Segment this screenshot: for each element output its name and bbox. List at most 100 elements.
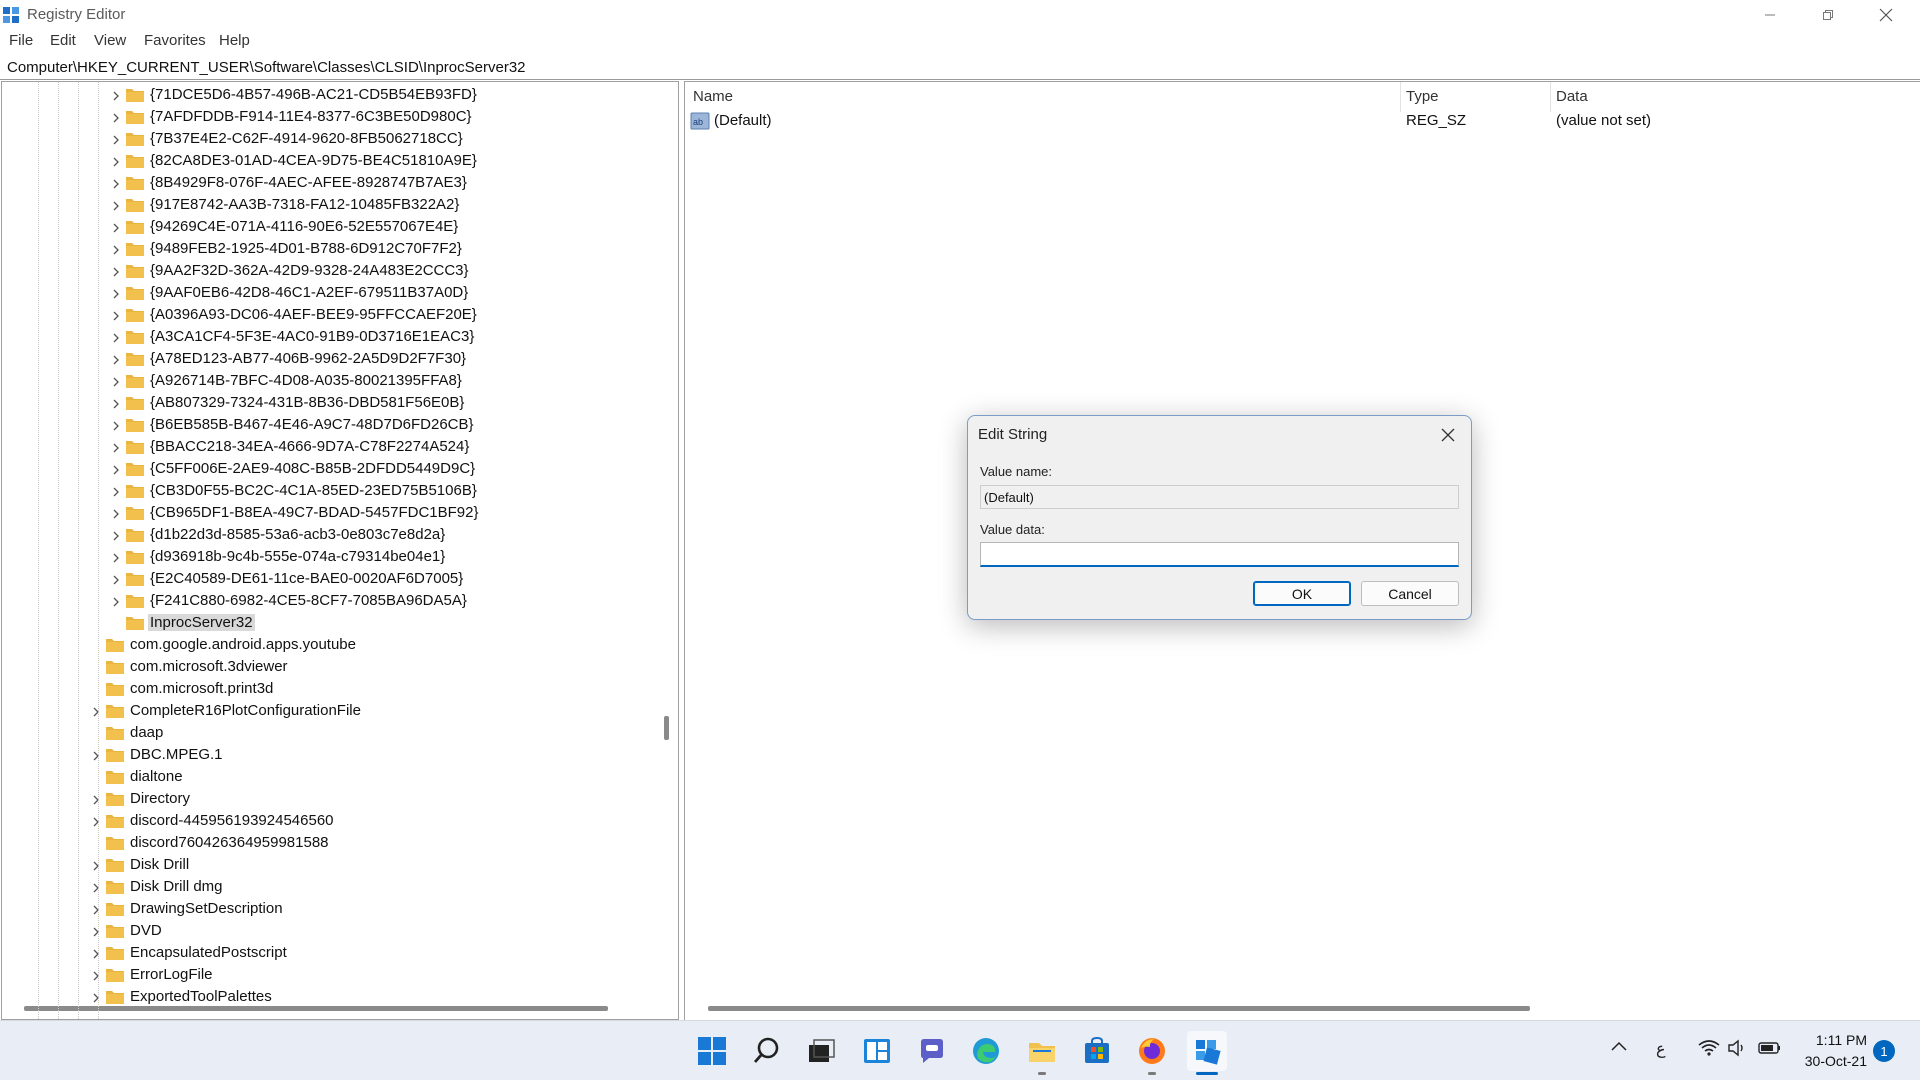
expand-chevron-icon[interactable] (91, 903, 101, 915)
widgets-icon (864, 1039, 890, 1063)
input-language-indicator[interactable]: ع (1656, 1039, 1666, 1059)
running-indicator (1038, 1072, 1046, 1075)
expand-chevron-icon[interactable] (111, 133, 121, 145)
tree-node-label: com.microsoft.print3d (130, 680, 274, 697)
firefox-button[interactable] (1132, 1031, 1172, 1071)
expand-chevron-icon[interactable] (111, 353, 121, 365)
edge-icon (973, 1038, 999, 1064)
expand-chevron-icon[interactable] (91, 991, 101, 1003)
folder-icon (125, 527, 145, 543)
notification-badge[interactable]: 1 (1873, 1040, 1895, 1062)
expand-chevron-icon[interactable] (111, 419, 121, 431)
clock-date[interactable]: 30-Oct-21 (1805, 1053, 1867, 1069)
menu-edit[interactable]: Edit (50, 32, 76, 49)
expand-chevron-icon[interactable] (111, 529, 121, 541)
expand-chevron-icon[interactable] (111, 331, 121, 343)
tree-node-label: {B6EB585B-B467-4E46-A9C7-48D7D6FD26CB} (150, 416, 474, 433)
expand-chevron-icon[interactable] (111, 375, 121, 387)
expand-chevron-icon[interactable] (111, 177, 121, 189)
folder-icon (105, 769, 125, 785)
expand-chevron-icon[interactable] (111, 463, 121, 475)
tree-node-label: {A3CA1CF4-5F3E-4AC0-91B9-0D3716E1EAC3} (150, 328, 475, 345)
file-explorer-button[interactable] (1022, 1031, 1062, 1071)
minimize-button[interactable] (1742, 0, 1798, 30)
key-tree-pane[interactable]: {71DCE5D6-4B57-496B-AC21-CD5B54EB93FD} {7… (1, 81, 679, 1020)
value-name-field[interactable] (980, 485, 1459, 509)
expand-chevron-icon[interactable] (91, 749, 101, 761)
task-view-button[interactable] (801, 1031, 841, 1071)
store-button[interactable] (1077, 1031, 1117, 1071)
address-path[interactable]: Computer\HKEY_CURRENT_USER\Software\Clas… (7, 59, 526, 76)
address-bar[interactable]: Computer\HKEY_CURRENT_USER\Software\Clas… (0, 56, 1920, 80)
folder-icon (105, 703, 125, 719)
expand-chevron-icon[interactable] (111, 397, 121, 409)
menu-view[interactable]: View (94, 32, 126, 49)
folder-icon (125, 307, 145, 323)
expand-chevron-icon[interactable] (91, 947, 101, 959)
regedit-button[interactable] (1187, 1031, 1227, 1071)
edge-button[interactable] (966, 1031, 1006, 1071)
cancel-button[interactable]: Cancel (1361, 581, 1459, 606)
expand-chevron-icon[interactable] (111, 243, 121, 255)
expand-chevron-icon[interactable] (91, 925, 101, 937)
search-button[interactable] (747, 1031, 787, 1071)
tree-vertical-scrollbar-thumb[interactable] (664, 716, 669, 740)
close-button[interactable] (1858, 0, 1914, 30)
network-button[interactable] (1698, 1039, 1720, 1060)
column-header-name[interactable]: Name (693, 88, 733, 105)
restore-button[interactable] (1800, 0, 1856, 30)
tree-node-label: {917E8742-AA3B-7318-FA12-10485FB322A2} (150, 196, 460, 213)
values-horizontal-scrollbar-thumb[interactable] (708, 1006, 1530, 1011)
tree-node-label: DVD (130, 922, 162, 939)
column-divider[interactable] (1550, 82, 1551, 112)
expand-chevron-icon[interactable] (111, 551, 121, 563)
expand-chevron-icon[interactable] (91, 881, 101, 893)
expand-chevron-icon[interactable] (91, 859, 101, 871)
folder-icon (125, 461, 145, 477)
chat-button[interactable] (912, 1031, 952, 1071)
menu-file[interactable]: File (9, 32, 33, 49)
value-data-field[interactable] (980, 542, 1459, 567)
start-button[interactable] (692, 1031, 732, 1071)
expand-chevron-icon[interactable] (111, 573, 121, 585)
expand-chevron-icon[interactable] (111, 265, 121, 277)
expand-chevron-icon[interactable] (111, 155, 121, 167)
folder-icon (125, 285, 145, 301)
dialog-close-button[interactable] (1433, 421, 1463, 449)
ok-button[interactable]: OK (1253, 581, 1351, 606)
expand-chevron-icon[interactable] (111, 441, 121, 453)
tree-node-label: DBC.MPEG.1 (130, 746, 223, 763)
folder-icon (125, 373, 145, 389)
restore-icon (1823, 10, 1833, 20)
clock-time[interactable]: 1:11 PM (1816, 1032, 1867, 1048)
show-hidden-icons-button[interactable] (1610, 1039, 1628, 1056)
volume-button[interactable] (1727, 1039, 1747, 1060)
expand-chevron-icon[interactable] (111, 309, 121, 321)
tree-node-label: dialtone (130, 768, 183, 785)
expand-chevron-icon[interactable] (111, 507, 121, 519)
tree-horizontal-scrollbar-thumb[interactable] (24, 1006, 608, 1011)
expand-chevron-icon[interactable] (111, 111, 121, 123)
tree-node-label: {A926714B-7BFC-4D08-A035-80021395FFA8} (150, 372, 462, 389)
expand-chevron-icon[interactable] (111, 595, 121, 607)
expand-chevron-icon[interactable] (91, 969, 101, 981)
menu-help[interactable]: Help (219, 32, 250, 49)
battery-button[interactable] (1758, 1039, 1782, 1060)
column-header-data[interactable]: Data (1556, 88, 1588, 105)
expand-chevron-icon[interactable] (111, 199, 121, 211)
expand-chevron-icon[interactable] (91, 705, 101, 717)
column-divider[interactable] (1400, 82, 1401, 112)
tree-node-label: Directory (130, 790, 191, 807)
expand-chevron-icon[interactable] (111, 485, 121, 497)
expand-chevron-icon[interactable] (111, 287, 121, 299)
column-header-type[interactable]: Type (1406, 88, 1439, 105)
expand-chevron-icon[interactable] (91, 815, 101, 827)
active-indicator (1196, 1072, 1218, 1075)
expand-chevron-icon[interactable] (91, 793, 101, 805)
menu-favorites[interactable]: Favorites (144, 32, 206, 49)
value-row[interactable]: ab (Default) REG_SZ (value not set) (685, 110, 1920, 132)
expand-chevron-icon[interactable] (111, 221, 121, 233)
widgets-button[interactable] (857, 1031, 897, 1071)
tree-node-label-selected: InprocServer32 (148, 614, 255, 631)
expand-chevron-icon[interactable] (111, 89, 121, 101)
